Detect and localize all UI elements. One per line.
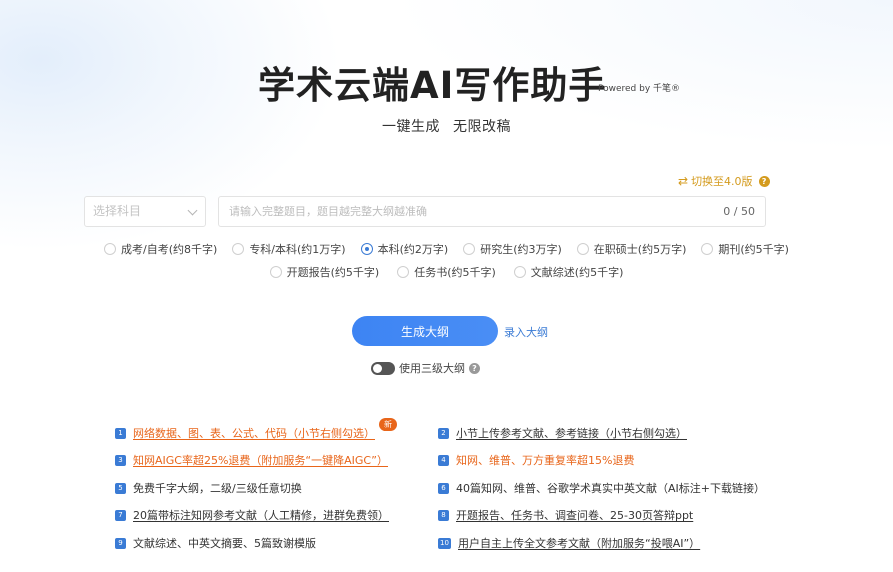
radio-adult-exam[interactable]: 成考/自考(约8千字): [104, 241, 217, 257]
radio-label: 研究生(约3万字): [480, 243, 562, 256]
feature-item-10: 10 用户自主上传全文参考文献（附加服务“投喂AI”）: [438, 535, 700, 551]
topic-input-box: 0 / 50: [218, 196, 766, 227]
radio-label: 文献综述(约5千字): [530, 266, 624, 279]
radio-circle: [576, 243, 589, 255]
radio-label: 成考/自考(约8千字): [121, 243, 218, 256]
feature-text[interactable]: 网络数据、图、表、公式、代码（小节右侧勾选）: [133, 425, 375, 441]
radio-circle-checked: [360, 243, 373, 255]
radio-in-service-master[interactable]: 在职硕士(约5万字): [576, 241, 687, 257]
feature-item-9: 9 文献综述、中英文摘要、5篇致谢模版: [115, 535, 316, 551]
radio-label: 期刊(约5千字): [718, 243, 789, 256]
feature-item-6: 6 40篇知网、维普、谷歌学术真实中英文献（AI标注+下载链接）: [438, 480, 765, 496]
radio-circle: [104, 243, 117, 255]
radio-undergraduate[interactable]: 本科(约2万字): [360, 241, 449, 257]
feature-text[interactable]: 开题报告、任务书、调查问卷、25-30页答辩ppt: [456, 507, 693, 523]
subject-select[interactable]: 选择科目: [84, 196, 206, 227]
switch-version-link[interactable]: ⇄ 切换至4.0版 ?: [678, 173, 770, 189]
feature-text[interactable]: 用户自主上传全文参考文献（附加服务“投喂AI”）: [458, 535, 700, 551]
radio-circle: [701, 243, 714, 255]
radio-literature-review[interactable]: 文献综述(约5千字): [513, 264, 624, 280]
radio-circle: [269, 266, 282, 278]
radio-postgraduate[interactable]: 研究生(约3万字): [463, 241, 562, 257]
radio-label: 本科(约2万字): [377, 243, 449, 256]
three-level-outline-label: 使用三级大纲: [399, 362, 465, 375]
new-badge: 新: [379, 417, 397, 431]
enter-outline-link[interactable]: 录入大纲: [504, 324, 548, 340]
feature-text[interactable]: 知网AIGC率超25%退费（附加服务“一键降AIGC”）: [133, 452, 388, 468]
feature-item-7: 7 20篇带标注知网参考文献（人工精修，进群免费领）: [115, 507, 389, 523]
radio-circle: [397, 266, 410, 278]
topic-input[interactable]: [219, 197, 699, 226]
radio-college[interactable]: 专科/本科(约1万字): [232, 241, 346, 257]
feature-number-badge: 6: [438, 482, 449, 494]
subject-select-placeholder: 选择科目: [93, 204, 142, 218]
radio-proposal[interactable]: 开题报告(约5千字): [269, 264, 380, 280]
page: 学术云端AI写作助手 Powered by 千笔® 一键生成 无限改稿 ⇄ 切换…: [0, 0, 893, 572]
three-level-outline-toggle-row: 使用三级大纲 ?: [371, 360, 480, 376]
help-icon[interactable]: ?: [758, 175, 770, 187]
feature-item-3: 3 知网AIGC率超25%退费（附加服务“一键降AIGC”）: [115, 452, 388, 468]
feature-item-8: 8 开题报告、任务书、调查问卷、25-30页答辩ppt: [438, 507, 693, 523]
feature-number-badge: 3: [115, 454, 126, 466]
feature-text: 知网、维普、万方重复率超15%退费: [456, 454, 635, 467]
radio-circle: [513, 266, 526, 278]
feature-number-badge: 10: [438, 537, 451, 549]
feature-item-1: 1 网络数据、图、表、公式、代码（小节右侧勾选） 新: [115, 417, 397, 441]
feature-text: 文献综述、中英文摘要、5篇致谢模版: [133, 537, 316, 550]
feature-number-badge: 7: [115, 509, 126, 521]
page-subtitle: 一键生成 无限改稿: [382, 119, 511, 135]
feature-number-badge: 8: [438, 509, 449, 521]
three-level-outline-toggle[interactable]: [371, 361, 395, 375]
radio-journal[interactable]: 期刊(约5千字): [701, 241, 789, 257]
radio-circle: [463, 243, 476, 255]
chevron-down-icon: [187, 205, 198, 216]
radio-label: 任务书(约5千字): [414, 266, 496, 279]
powered-by-label: Powered by 千笔®: [598, 84, 681, 94]
page-title: 学术云端AI写作助手: [258, 64, 607, 107]
radio-label: 在职硕士(约5万字): [593, 243, 687, 256]
radio-task-book[interactable]: 任务书(约5千字): [397, 264, 496, 280]
swap-arrows-icon: ⇄: [678, 174, 689, 188]
feature-text: 40篇知网、维普、谷歌学术真实中英文献（AI标注+下载链接）: [456, 482, 765, 495]
feature-number-badge: 9: [115, 537, 126, 549]
feature-text: 免费千字大纲，二级/三级任意切换: [133, 482, 302, 495]
switch-version-label: 切换至4.0版: [691, 175, 753, 188]
paper-type-row-2: 开题报告(约5千字) 任务书(约5千字) 文献综述(约5千字): [0, 264, 893, 280]
radio-label: 开题报告(约5千字): [286, 266, 380, 279]
feature-number-badge: 2: [438, 427, 449, 439]
generate-outline-button[interactable]: 生成大纲: [352, 316, 498, 346]
feature-text[interactable]: 20篇带标注知网参考文献（人工精修，进群免费领）: [133, 507, 389, 523]
paper-type-row-1: 成考/自考(约8千字) 专科/本科(约1万字) 本科(约2万字) 研究生(约3万…: [0, 241, 893, 257]
help-icon[interactable]: ?: [469, 362, 480, 374]
char-counter: 0 / 50: [723, 205, 755, 218]
feature-number-badge: 1: [115, 427, 126, 439]
radio-label: 专科/本科(约1万字): [249, 243, 346, 256]
feature-number-badge: 5: [115, 482, 126, 494]
toggle-knob: [373, 363, 382, 373]
title-row: 学术云端AI写作助手 Powered by 千笔®: [0, 55, 893, 107]
radio-circle: [232, 243, 245, 255]
feature-item-2: 2 小节上传参考文献、参考链接（小节右侧勾选）: [438, 425, 687, 441]
feature-item-4: 4 知网、维普、万方重复率超15%退费: [438, 452, 634, 468]
feature-item-5: 5 免费千字大纲，二级/三级任意切换: [115, 480, 302, 496]
feature-text[interactable]: 小节上传参考文献、参考链接（小节右侧勾选）: [456, 425, 687, 441]
feature-number-badge: 4: [438, 454, 449, 466]
